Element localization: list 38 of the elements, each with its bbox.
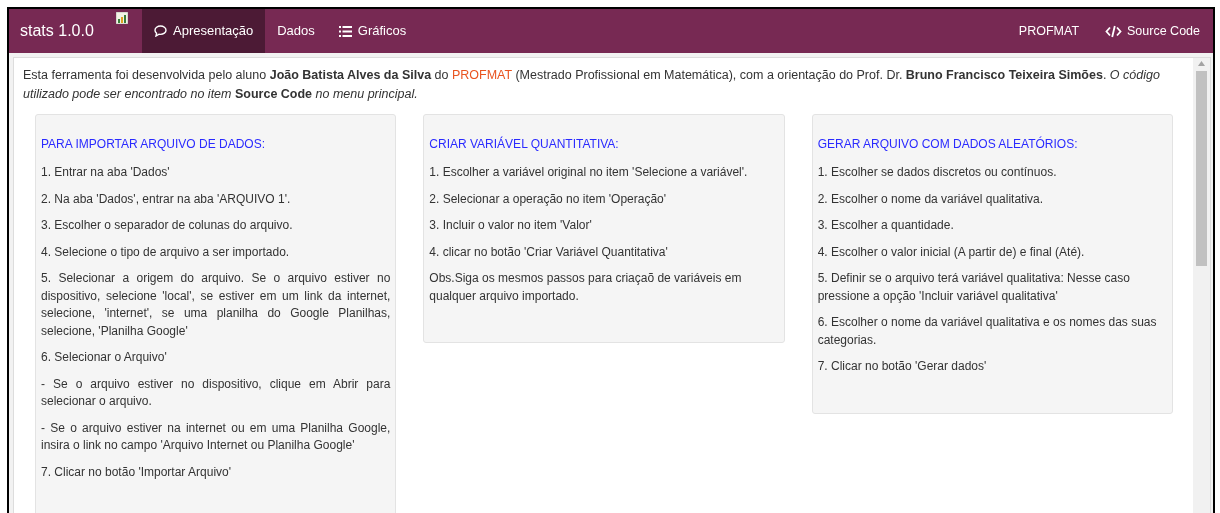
app-title[interactable]: stats 1.0.0: [20, 19, 94, 43]
card-heading: PARA IMPORTAR ARQUIVO DE DADOS:: [41, 136, 267, 153]
speech-bubble-icon: [154, 25, 167, 37]
instruction-step: 1. Escolher a variável original no item 'Selecione a variável'.: [429, 164, 779, 182]
instruction-step: 5. Definir se o arquivo terá variável qualitativa: Nesse caso pressione a opção 'Incluir variável qualitativa': [817, 270, 1167, 305]
instruction-step: - Se o arquivo estiver na internet ou em uma Planilha Google, insira o link no campo 'Arquivo Internet ou Planilha Google': [41, 419, 391, 455]
scroll-up-icon[interactable]: [1198, 61, 1205, 66]
instruction-step: 6. Escolher o nome da variável qualitativa e os nomes das suas categorias.: [817, 314, 1167, 349]
instruction-step: 7. Clicar no botão 'Importar Arquivo': [41, 463, 391, 481]
code-icon: [1105, 24, 1123, 38]
profmat-link[interactable]: PROFMAT: [451, 68, 512, 82]
instruction-step: - Se o arquivo estiver no dispositivo, clique em Abrir para selecionar o arquivo.: [41, 375, 391, 411]
card-heading: CRIAR VARIÁVEL QUANTITATIVA:: [429, 135, 620, 153]
instruction-step: 3. Escolher a quantidade.: [817, 217, 1167, 235]
instruction-step: 2. Escolher o nome da variável qualitativa.: [817, 190, 1167, 208]
instruction-step: 4. Selecione o tipo de arquivo a ser importado.: [41, 243, 391, 261]
instruction-step: 6. Selecionar o Arquivo': [41, 349, 391, 367]
instruction-step: 4. clicar no botão 'Criar Variável Quantitativa': [429, 243, 779, 261]
nav-link[interactable]: Source Code: [1092, 9, 1213, 53]
chart-logo-icon: [116, 12, 128, 24]
scrollbar-thumb[interactable]: [1196, 71, 1207, 266]
instruction-step: 4. Escolher o valor inicial (A partir de) e final (Até).: [817, 243, 1167, 261]
nav-tab[interactable]: Gráficos: [326, 9, 419, 53]
intro-paragraph: Esta ferramenta foi desenvolvida pelo aluno João Batista Alves da Silva do PROFMAT (Mestrado Profissional em Matemática), com a orientação do Prof. Dr. Bruno Francisco Teixeira Simões. O código utilizado pode ser encontrado no item Source Code no menu principal.: [23, 67, 1161, 103]
instruction-step: 1. Escolher se dados discretos ou contínuos.: [817, 164, 1167, 182]
nav-tab[interactable]: Apresentação: [142, 9, 266, 53]
nav-link[interactable]: PROFMAT: [1005, 9, 1093, 53]
instruction-step: Obs.Siga os mesmos passos para criaçaõ de variáveis em qualquer arquivo importado.: [429, 270, 779, 305]
nav-tab[interactable]: Dados: [265, 9, 327, 53]
instruction-step: 3. Escolher o separador de colunas do arquivo.: [41, 217, 391, 235]
instruction-step: 3. Incluir o valor no item 'Valor': [429, 217, 779, 235]
instruction-step: 2. Selecionar a operação no item 'Operação': [429, 190, 779, 208]
instruction-step: 1. Entrar na aba 'Dados': [41, 164, 391, 182]
list-icon: [338, 25, 352, 37]
instruction-step: 5. Selecionar a origem do arquivo. Se o arquivo estiver no dispositivo, selecione 'local', se estiver em um link da internet, selecione, 'internet', se uma planilha do Google Planilhas, selecione, 'Planilha Google': [41, 270, 391, 340]
instruction-step: 7. Clicar no botão 'Gerar dados': [817, 358, 1167, 376]
card-heading: GERAR ARQUIVO COM DADOS ALEATÓRIOS:: [817, 135, 1079, 153]
instruction-step: 2. Na aba 'Dados', entrar na aba 'ARQUIVO 1'.: [41, 190, 391, 208]
